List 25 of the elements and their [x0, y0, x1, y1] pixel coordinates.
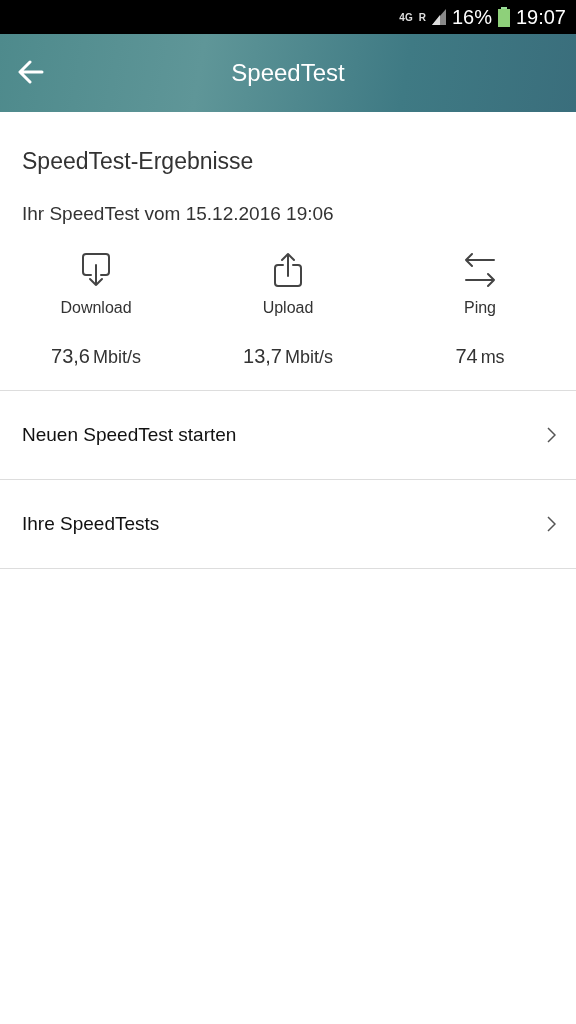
clock: 19:07 — [515, 5, 566, 29]
menu-item[interactable]: Neuen SpeedTest starten — [0, 391, 576, 480]
upload-icon — [273, 252, 303, 288]
test-date: Ihr SpeedTest vom 15.12.2016 19:06 — [22, 203, 335, 225]
metric-value: 73,6 — [51, 345, 90, 368]
download-icon — [82, 253, 110, 287]
metric-value: 13,7 — [243, 345, 282, 368]
results-title: SpeedTest-Ergebnisse — [22, 148, 255, 175]
metric-unit: Mbit/s — [284, 347, 333, 368]
menu-item[interactable]: Ihre SpeedTests — [0, 480, 576, 569]
header-title: SpeedTest — [231, 59, 345, 87]
chevron-icon — [546, 516, 556, 532]
metric-unit: Mbit/s — [92, 347, 141, 368]
metric-label: Upload — [262, 299, 314, 317]
battery-percent: 16% — [451, 5, 492, 29]
roaming-label: R — [418, 11, 426, 23]
signal-icon — [431, 9, 446, 25]
metric-label: Ping — [464, 299, 496, 317]
arrows-icon — [463, 252, 497, 288]
network-label: 4G — [399, 11, 413, 23]
chevron-icon — [546, 427, 556, 443]
metric-value: 74 — [455, 345, 478, 368]
battery-icon — [497, 7, 510, 27]
metric-unit: ms — [480, 347, 505, 368]
metric-label: Download — [60, 299, 132, 317]
